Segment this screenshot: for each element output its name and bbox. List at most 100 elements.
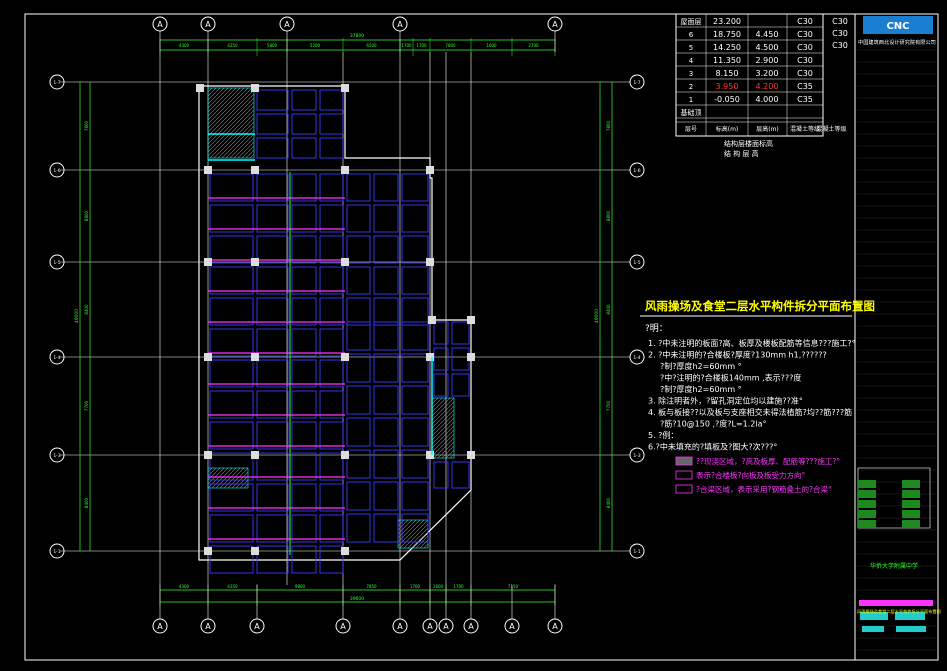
axis-label-row: 1-4 (633, 355, 640, 361)
table-header: 标高(m) (716, 125, 739, 133)
precast-slab-panel (346, 385, 371, 415)
structural-column (251, 547, 259, 555)
note-line: ?制?厚度h2=60mm ° (660, 384, 742, 394)
axis-label-row: 1-6 (53, 168, 60, 174)
axis-label-row: 1-7 (53, 80, 60, 86)
precast-slab-panel (346, 266, 371, 295)
signature-cell (858, 520, 876, 528)
note-line: 1. ?中未注明的板面?高、板厚及楼板配筋等信息???施工?° (648, 338, 856, 348)
precast-slab-panel (319, 514, 344, 543)
precast-slab-panel (451, 321, 470, 345)
structural-column (204, 451, 212, 459)
precast-slab-panel (373, 297, 399, 326)
structural-column (428, 316, 436, 324)
precast-slab-panel (209, 173, 254, 202)
precast-slab-panel (401, 481, 429, 511)
bottom-dim-label: 1600 (433, 584, 444, 589)
precast-slab-panel (291, 297, 317, 326)
signature-cell (902, 480, 920, 488)
note-line: 2. ?中未注明的?合楼板?厚度?130mm h1,?????? (648, 350, 827, 360)
axis-label-row: 1-4 (53, 355, 60, 361)
structural-column (341, 547, 349, 555)
top-dim-label: 6500 (366, 43, 377, 48)
bottom-dim-label: 1700 (410, 584, 421, 589)
precast-slab-panel (256, 137, 289, 159)
precast-slab-panel (401, 297, 429, 326)
structural-column (204, 353, 212, 361)
side-dim-label: 7700 (606, 400, 611, 411)
precast-slab-panel (319, 89, 344, 111)
precast-slab-panel (256, 390, 289, 419)
table-header: 混凝土等级 (816, 125, 846, 133)
precast-slab-panel (291, 328, 317, 357)
cast-in-place-zone (397, 519, 429, 549)
signature-cell (858, 480, 876, 488)
sheet-number-cell (896, 626, 926, 632)
precast-slab-panel (291, 483, 317, 512)
precast-slab-panel (319, 390, 344, 419)
table-level: 基础顶 (681, 108, 702, 117)
side-total-label: 49000 (74, 309, 80, 323)
side-dim-label: 8400 (606, 497, 611, 508)
top-dim-label: 4300 (179, 43, 190, 48)
structural-column (341, 451, 349, 459)
precast-slab-panel (319, 266, 344, 295)
signature-cell (902, 520, 920, 528)
structural-column (251, 166, 259, 174)
precast-slab-panel (451, 347, 470, 371)
precast-slab-panel (401, 353, 429, 383)
structural-column (426, 353, 434, 361)
table-grade: C30 (797, 43, 813, 52)
precast-slab-panel (209, 204, 254, 233)
structural-column (251, 451, 259, 459)
signature-cell (902, 510, 920, 518)
structural-column (467, 451, 475, 459)
precast-slab-panel (256, 235, 289, 264)
bottom-total-label: 39600 (350, 596, 364, 602)
signature-cell (858, 490, 876, 498)
side-dim-label: 8400 (606, 304, 611, 315)
axis-label-bottom: A (427, 622, 433, 631)
company-name: 中国建筑西北设计研究院有限公司 (858, 38, 936, 46)
table-header: 层号 (685, 126, 697, 133)
side-dim-label: 8400 (84, 497, 89, 508)
precast-slab-panel (291, 137, 317, 159)
table-grade: C35 (797, 82, 813, 91)
axis-label-bottom: A (340, 622, 346, 631)
table-level: 6 (689, 31, 694, 39)
precast-slab-panel (319, 421, 344, 450)
precast-slab-panel (373, 513, 399, 543)
axis-label-top: A (205, 20, 211, 29)
side-dim-label: 7800 (606, 120, 611, 131)
cast-in-place-zone (431, 397, 455, 459)
precast-slab-panel (401, 385, 429, 415)
precast-slab-panel (319, 113, 344, 135)
structural-column (341, 166, 349, 174)
precast-slab-panel (373, 173, 399, 202)
cast-in-place-zone (207, 87, 255, 159)
precast-slab-panel (291, 452, 317, 481)
precast-slab-panel (373, 321, 399, 351)
table-height: 3.200 (756, 69, 779, 78)
top-dim-label: 5800 (267, 43, 278, 48)
table-level: 5 (689, 44, 693, 52)
table-height: 4.200 (756, 82, 779, 91)
top-dim-label: 4250 (227, 43, 238, 48)
structural-column (341, 258, 349, 266)
axis-label-top: A (397, 20, 403, 29)
top-total-label: 37800 (350, 33, 364, 39)
precast-slab-panel (346, 321, 371, 351)
precast-slab-panel (256, 328, 289, 357)
precast-slab-panel (373, 353, 399, 383)
floor-elevation-table: 屋面层 23.200 C306 18.750 4.450 C305 14.250 4.500 C… (675, 13, 848, 158)
table-grade: C30 (797, 30, 813, 39)
precast-slab-panel (256, 421, 289, 450)
axis-label-row: 1-7 (633, 80, 640, 86)
side-total-label: 49000 (594, 309, 600, 323)
legend-swatch (675, 484, 693, 494)
precast-slab-panel (256, 113, 289, 135)
precast-slab-panel (291, 266, 317, 295)
precast-slab-panel (346, 204, 371, 233)
cad-drawing-canvas: 4300 4250 5800 5200 6500 1700 1700 7800 1600 2700… (24, 13, 941, 661)
table-grade-extra: C30 (832, 41, 848, 50)
